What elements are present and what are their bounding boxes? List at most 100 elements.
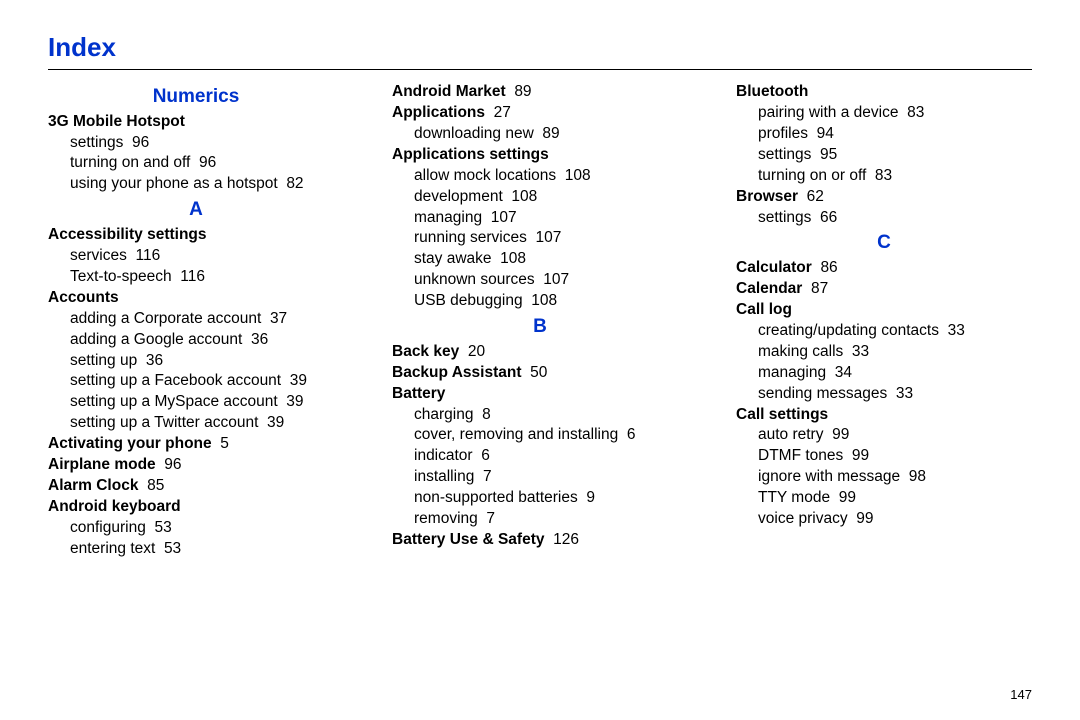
index-heading: Back key 20 xyxy=(392,342,688,363)
index-heading-text: Alarm Clock xyxy=(48,477,138,494)
index-subentry: removing 7 xyxy=(414,509,688,530)
index-heading-text: Android Market xyxy=(392,83,506,100)
index-subentry-page: 96 xyxy=(132,134,149,151)
index-subentry: using your phone as a hotspot 82 xyxy=(70,174,344,195)
index-subentry-page: 99 xyxy=(852,447,869,464)
index-subentry: adding a Google account 36 xyxy=(70,330,344,351)
index-heading-page: 50 xyxy=(530,364,547,381)
index-subentry-page: 116 xyxy=(135,247,160,264)
index-heading: Calculator 86 xyxy=(736,258,1032,279)
page-title: Index xyxy=(48,32,1032,63)
index-subentry-page: 108 xyxy=(531,292,557,309)
index-subentry-text: USB debugging xyxy=(414,292,523,309)
section-letter: B xyxy=(392,314,688,340)
index-subentry: downloading new 89 xyxy=(414,124,688,145)
index-subentry-text: turning on and off xyxy=(70,154,190,171)
title-divider xyxy=(48,69,1032,70)
index-subentry: setting up 36 xyxy=(70,351,344,372)
index-subentry-page: 6 xyxy=(627,426,636,443)
index-subentry: installing 7 xyxy=(414,467,688,488)
index-subentry-page: 36 xyxy=(251,331,268,348)
section-letter: A xyxy=(48,197,344,223)
index-heading-text: Calculator xyxy=(736,259,812,276)
index-heading: Android Market 89 xyxy=(392,82,688,103)
index-heading-text: Accounts xyxy=(48,289,119,306)
index-subentry: setting up a Facebook account 39 xyxy=(70,371,344,392)
index-heading-page: 85 xyxy=(147,477,164,494)
index-heading: 3G Mobile Hotspot xyxy=(48,112,344,133)
index-heading: Accounts xyxy=(48,288,344,309)
index-subentry: creating/updating contacts 33 xyxy=(758,321,1032,342)
index-heading: Bluetooth xyxy=(736,82,1032,103)
index-subentry-text: turning on or off xyxy=(758,167,866,184)
index-subentry-page: 99 xyxy=(832,426,849,443)
index-subentry-text: ignore with message xyxy=(758,468,900,485)
index-heading-page: 27 xyxy=(494,104,511,121)
index-subentry-page: 95 xyxy=(820,146,837,163)
index-heading-text: Backup Assistant xyxy=(392,364,522,381)
index-subentry: services 116 xyxy=(70,246,344,267)
index-subentry-text: using your phone as a hotspot xyxy=(70,175,278,192)
index-subentry-text: setting up a Twitter account xyxy=(70,414,258,431)
index-column: Bluetoothpairing with a device 83profile… xyxy=(736,82,1032,560)
index-heading-text: Battery Use & Safety xyxy=(392,531,544,548)
index-subentry-text: DTMF tones xyxy=(758,447,843,464)
index-subentry-page: 83 xyxy=(875,167,892,184)
index-subentry: indicator 6 xyxy=(414,446,688,467)
index-heading: Backup Assistant 50 xyxy=(392,363,688,384)
index-subentry: Text-to-speech 116 xyxy=(70,267,344,288)
index-subentry-page: 108 xyxy=(565,167,591,184)
index-heading-page: 20 xyxy=(468,343,485,360)
index-subentry: settings 66 xyxy=(758,208,1032,229)
index-subentry-text: profiles xyxy=(758,125,808,142)
index-heading: Browser 62 xyxy=(736,187,1032,208)
index-subentry-text: auto retry xyxy=(758,426,823,443)
index-subentry-page: 107 xyxy=(491,209,517,226)
index-subentry-page: 116 xyxy=(180,268,205,285)
index-subentry: profiles 94 xyxy=(758,124,1032,145)
index-subentry-text: running services xyxy=(414,229,527,246)
index-subentry-page: 33 xyxy=(948,322,965,339)
index-heading: Alarm Clock 85 xyxy=(48,476,344,497)
index-heading-text: Bluetooth xyxy=(736,83,808,100)
index-subentry-page: 108 xyxy=(500,250,526,267)
index-subentry-page: 33 xyxy=(852,343,869,360)
index-subentry-page: 7 xyxy=(486,510,495,527)
index-subentry: making calls 33 xyxy=(758,342,1032,363)
index-subentry-page: 6 xyxy=(481,447,490,464)
index-subentry-text: settings xyxy=(70,134,123,151)
index-subentry-text: adding a Google account xyxy=(70,331,242,348)
index-heading-page: 62 xyxy=(807,188,824,205)
index-subentry-page: 7 xyxy=(483,468,492,485)
index-subentry-text: charging xyxy=(414,406,473,423)
index-heading: Call settings xyxy=(736,405,1032,426)
index-subentry: settings 95 xyxy=(758,145,1032,166)
index-subentry: entering text 53 xyxy=(70,539,344,560)
index-subentry: sending messages 33 xyxy=(758,384,1032,405)
index-subentry: voice privacy 99 xyxy=(758,509,1032,530)
index-subentry-page: 82 xyxy=(286,175,303,192)
index-heading: Android keyboard xyxy=(48,497,344,518)
index-subentry-page: 107 xyxy=(543,271,569,288)
index-subentry-page: 39 xyxy=(267,414,284,431)
index-column: Numerics3G Mobile Hotspotsettings 96turn… xyxy=(48,82,344,560)
index-subentry-text: sending messages xyxy=(758,385,887,402)
index-heading-text: Applications settings xyxy=(392,146,549,163)
index-heading: Calendar 87 xyxy=(736,279,1032,300)
index-subentry: cover, removing and installing 6 xyxy=(414,425,688,446)
index-heading: Airplane mode 96 xyxy=(48,455,344,476)
index-subentry-text: configuring xyxy=(70,519,146,536)
index-heading: Call log xyxy=(736,300,1032,321)
index-heading-text: Applications xyxy=(392,104,485,121)
index-subentry: DTMF tones 99 xyxy=(758,446,1032,467)
index-subentry-page: 8 xyxy=(482,406,491,423)
index-subentry-text: non-supported batteries xyxy=(414,489,578,506)
index-subentry-page: 34 xyxy=(835,364,852,381)
index-heading-text: Accessibility settings xyxy=(48,226,207,243)
index-subentry: adding a Corporate account 37 xyxy=(70,309,344,330)
index-subentry-page: 39 xyxy=(290,372,307,389)
index-subentry-page: 108 xyxy=(511,188,537,205)
index-subentry-page: 96 xyxy=(199,154,216,171)
index-heading-text: Airplane mode xyxy=(48,456,156,473)
index-subentry-page: 99 xyxy=(839,489,856,506)
